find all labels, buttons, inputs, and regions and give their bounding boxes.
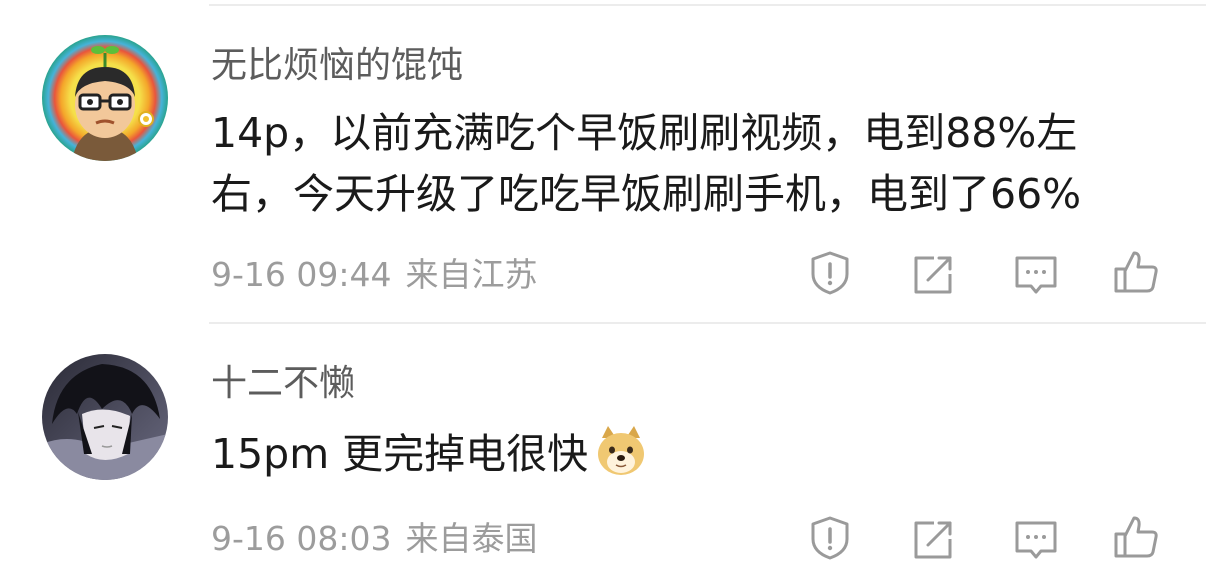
comment-text-line: 右，今天升级了吃吃早饭刷刷手机，电到了66% bbox=[211, 170, 1082, 218]
like-icon bbox=[1114, 516, 1158, 558]
comment-meta: 9-16 09:44 来自江苏 bbox=[211, 258, 538, 291]
comment-icon bbox=[1015, 256, 1057, 294]
avatar[interactable] bbox=[42, 35, 168, 161]
report-icon bbox=[811, 516, 849, 560]
comment-location: 来自江苏 bbox=[405, 255, 538, 294]
comment-text: 14p，以前充满吃个早饭刷刷视频，电到88%左 右，今天升级了吃吃早饭刷刷手机，… bbox=[211, 103, 1176, 225]
avatar[interactable] bbox=[42, 354, 168, 480]
like-button[interactable] bbox=[1113, 514, 1159, 560]
comment-text-line: 14p，以前充满吃个早饭刷刷视频，电到88%左 bbox=[211, 109, 1078, 157]
comment-text: 15pm 更完掉电很快 bbox=[211, 424, 1176, 485]
comment-button[interactable] bbox=[1013, 517, 1059, 563]
report-button[interactable] bbox=[807, 250, 853, 296]
share-icon bbox=[914, 256, 952, 294]
comment-meta: 9-16 08:03 来自泰国 bbox=[211, 522, 538, 555]
top-divider bbox=[209, 4, 1206, 6]
like-icon bbox=[1114, 251, 1158, 293]
share-button[interactable] bbox=[910, 252, 956, 298]
comment-time: 9-16 09:44 bbox=[211, 255, 392, 294]
cartoon-boy-avatar-icon bbox=[42, 35, 168, 161]
username[interactable]: 无比烦恼的馄饨 bbox=[211, 48, 463, 84]
doge-emoji-icon bbox=[598, 426, 645, 475]
comment-time: 9-16 08:03 bbox=[211, 519, 392, 558]
share-button[interactable] bbox=[910, 517, 956, 563]
like-button[interactable] bbox=[1113, 249, 1159, 295]
comment-divider bbox=[209, 322, 1206, 324]
comment-location: 来自泰国 bbox=[405, 519, 538, 558]
username[interactable]: 十二不懒 bbox=[211, 366, 355, 402]
share-icon bbox=[914, 521, 952, 559]
comment-text-line: 15pm 更完掉电很快 bbox=[211, 430, 589, 478]
comment-button[interactable] bbox=[1013, 252, 1059, 298]
report-button[interactable] bbox=[807, 515, 853, 561]
report-icon bbox=[811, 251, 849, 295]
comment-icon bbox=[1015, 521, 1057, 559]
anime-boy-avatar-icon bbox=[42, 354, 168, 480]
